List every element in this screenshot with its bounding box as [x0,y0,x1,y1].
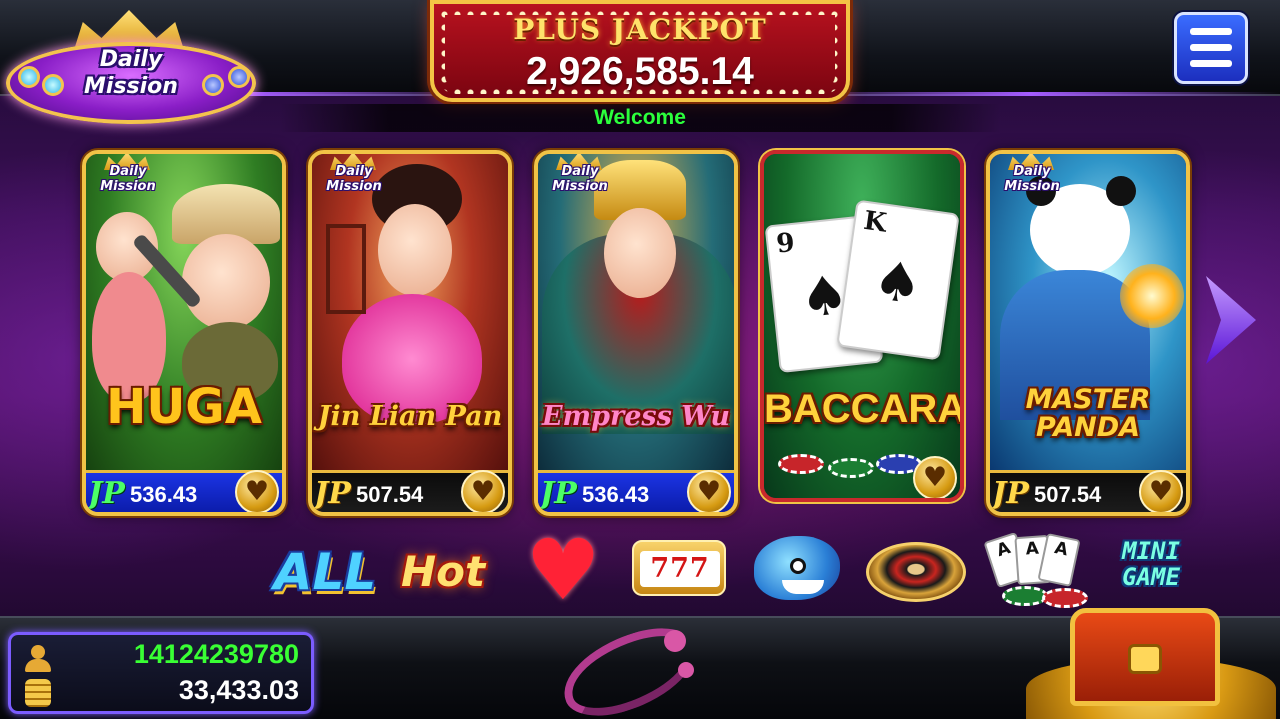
category-all[interactable]: ALL [270,528,380,612]
favorite-button[interactable]: ♥ [461,470,505,512]
heart-icon: ♥ [696,476,722,507]
game-card-baccarat[interactable]: 9♠ K♠ BACCARAT ♥ [760,150,964,502]
jp-value: 536.43 [130,482,198,507]
daily-mission-label: Daily Mission [84,47,178,99]
gem-icon [228,66,250,88]
jp-label: JP [88,476,125,511]
category-favorites[interactable]: ♥ [508,528,618,612]
next-page-arrow-icon[interactable] [1206,276,1256,364]
player-info-panel[interactable]: 14124239780 33,433.03 [8,632,314,714]
chip-icon [778,454,824,474]
jp-label: JP [992,476,1029,511]
game-art: 9 ♠ K ♠ [764,154,960,498]
favorite-button[interactable]: ♥ [687,470,731,512]
shark-icon [754,536,840,600]
jp-label: JP [540,476,577,511]
window-lattice [326,224,366,314]
roulette-icon [866,542,966,602]
coins-icon [25,679,51,707]
game-logo: Empress Wu [541,401,731,432]
user-id: 14124239780 [133,639,299,669]
menu-button[interactable] [1174,12,1248,84]
heart-icon: ♥ [244,476,270,507]
welcome-text: Welcome [594,106,686,129]
jp-label: JP [314,476,351,511]
chip-icon [828,458,874,478]
daily-mission-button[interactable]: Daily Mission [6,8,256,128]
jackpot-banner: PLUS JACKPOT 2,926,585.14 [430,0,850,102]
jp-value: 507.54 [356,482,424,507]
category-slots[interactable]: 777 [622,528,732,612]
playing-card-king: K ♠ [836,199,960,361]
game-card-jin-lian-pan[interactable]: Jin Lian Pan Daily Mission JP 507.54 ♥ [308,150,512,516]
favorite-button[interactable]: ♥ [1139,470,1183,512]
welcome-ticker: Welcome [280,104,1000,132]
category-fishing[interactable] [744,528,854,612]
game-lobby: Daily Mission PLUS JACKPOT 2,926,585.14 … [0,0,1280,719]
game-card-master-panda[interactable]: MASTER PANDA Daily Mission JP 507.54 ♥ [986,150,1190,516]
game-card-empress-wu[interactable]: Empress Wu Daily Mission JP 536.43 ♥ [534,150,738,516]
hamburger-menu-icon [1190,28,1232,35]
gem-icon [18,66,40,88]
jp-value: 507.54 [1034,482,1102,507]
heart-icon: ♥ [922,462,948,493]
game-logo: BACCARAT [764,387,964,431]
daily-mission-tag: Daily Mission [990,154,1072,206]
daily-mission-tag: Daily Mission [538,154,620,206]
jackpot-title: PLUS JACKPOT [513,13,767,46]
lock-icon [1128,644,1162,674]
brand-emblem-icon [552,616,728,719]
user-icon [25,645,51,673]
category-table-games[interactable] [858,528,968,612]
heart-icon: ♥ [525,521,601,619]
game-logo: MASTER PANDA [1025,384,1151,443]
daily-mission-tag: Daily Mission [86,154,168,206]
daily-mission-tag: Daily Mission [312,154,394,206]
jackpot-amount: 2,926,585.14 [526,50,754,93]
game-logo: HUGA [106,379,262,435]
game-logo: Jin Lian Pan [317,401,503,432]
favorite-button[interactable]: ♥ [913,456,957,498]
category-hot[interactable]: Hot [388,528,498,612]
balance: 33,433.03 [178,675,299,705]
heart-icon: ♥ [1148,476,1174,507]
heart-icon: ♥ [470,476,496,507]
game-card-huga[interactable]: HUGA Daily Mission JP 536.43 ♥ [82,150,286,516]
treasure-chest-button[interactable] [1026,600,1276,719]
jp-value: 536.43 [582,482,650,507]
energy-glow [1120,264,1184,328]
slot-machine-icon: 777 [632,540,726,596]
favorite-button[interactable]: ♥ [235,470,279,512]
